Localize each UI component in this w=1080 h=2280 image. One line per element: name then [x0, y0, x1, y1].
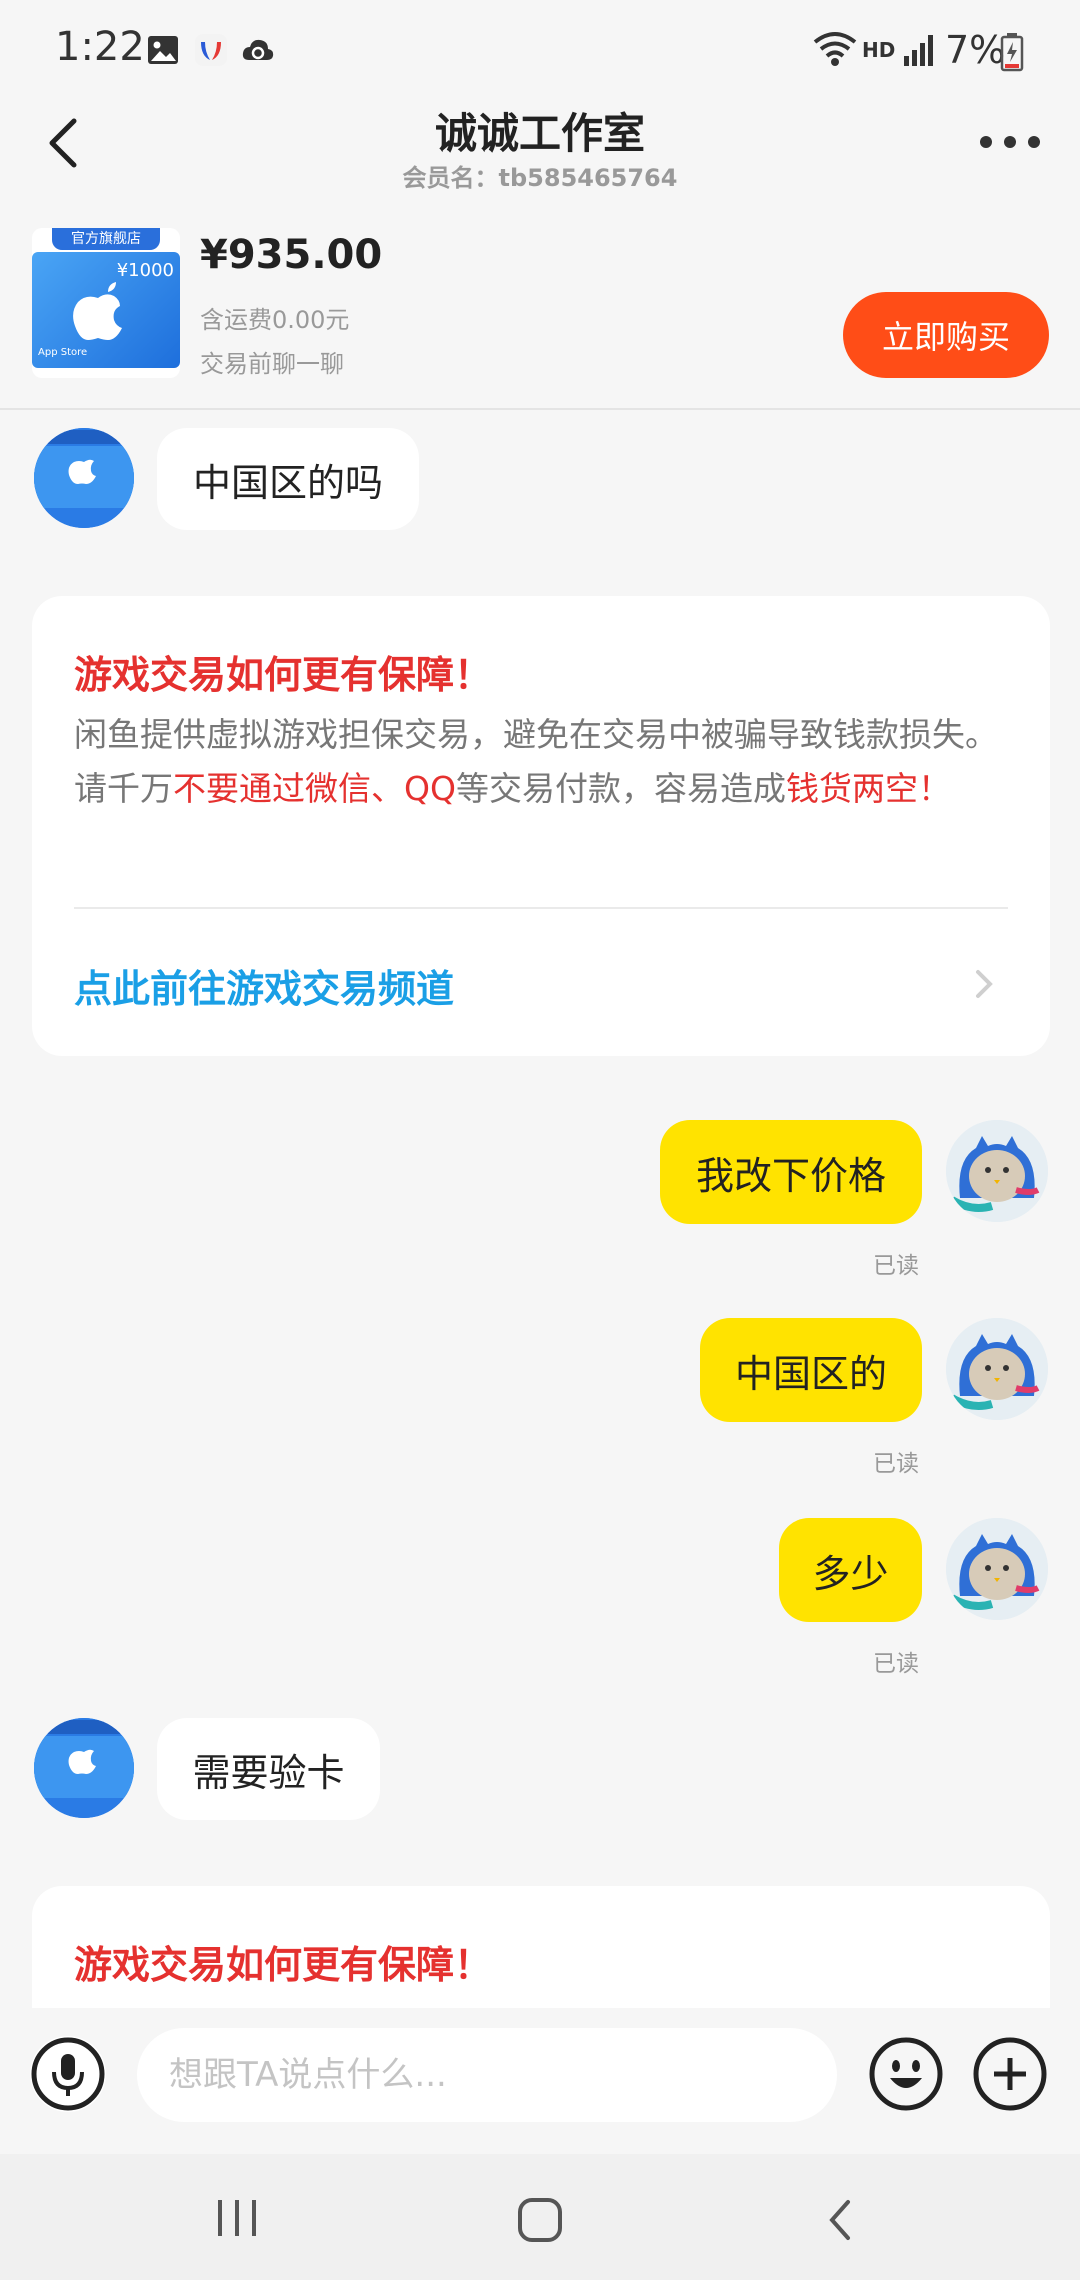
network-type: HD [862, 38, 896, 62]
shipping-info: 含运费0.00元 [200, 306, 350, 334]
product-thumbnail[interactable]: 官方旗舰店 ¥1000 App Store [32, 228, 180, 378]
user-avatar[interactable] [946, 1518, 1048, 1620]
chat-note: 交易前聊一聊 [200, 350, 344, 378]
cloud-sync-icon [242, 39, 274, 60]
message-bubble-self: 中国区的 [700, 1318, 922, 1422]
battery-percent: 7% [945, 28, 1006, 72]
divider [74, 907, 1008, 909]
user-avatar[interactable] [946, 1120, 1048, 1222]
emoji-button[interactable] [868, 2036, 944, 2112]
more-options-icon[interactable] [980, 132, 1040, 152]
buy-now-button[interactable]: 立即购买 [843, 292, 1049, 378]
plus-icon [973, 2037, 1047, 2111]
emoji-icon [869, 2037, 943, 2111]
notice-title: 游戏交易如何更有保障！ [74, 653, 493, 697]
message-bubble: 中国区的吗 [157, 428, 419, 530]
chevron-right-icon[interactable] [972, 966, 996, 1002]
voice-button[interactable] [30, 2036, 106, 2112]
page-title: 诚诚工作室 [434, 109, 645, 158]
message-bubble: 需要验卡 [157, 1718, 380, 1820]
battery-icon [1000, 33, 1024, 72]
message-bubble-self: 多少 [779, 1518, 922, 1622]
game-trade-link[interactable]: 点此前往游戏交易频道 [74, 958, 454, 1013]
notice-card: 游戏交易如何更有保障！ 闲鱼提供虚拟游戏担保交易，避免在交易中被骗导致钱款损失。… [32, 596, 1050, 1056]
message-input[interactable] [137, 2028, 837, 2122]
signal-icon [904, 35, 933, 66]
notice-title: 游戏交易如何更有保障！ [74, 1943, 493, 1987]
store-badge: 官方旗舰店 [52, 228, 160, 250]
notice-card: 游戏交易如何更有保障！ [32, 1886, 1050, 2008]
home-icon[interactable] [516, 2196, 564, 2244]
app-notification-icon [195, 34, 227, 66]
recent-apps-icon[interactable] [212, 2196, 262, 2240]
product-price: ¥935.00 [200, 232, 383, 278]
seller-avatar[interactable] [34, 1718, 134, 1818]
back-nav-icon[interactable] [822, 2196, 858, 2244]
card-value: ¥1000 [116, 260, 174, 281]
user-avatar[interactable] [946, 1318, 1048, 1420]
apple-logo-icon [73, 282, 122, 340]
notice-body: 闲鱼提供虚拟游戏担保交易，避免在交易中被骗导致钱款损失。请千万不要通过微信、QQ… [74, 715, 998, 808]
read-receipt: 已读 [873, 1253, 919, 1279]
add-button[interactable] [972, 2036, 1048, 2112]
member-name: 会员名：tb585465764 [402, 164, 678, 192]
status-time: 1:22 [55, 24, 145, 70]
wifi-icon [813, 32, 857, 66]
read-receipt: 已读 [873, 1651, 919, 1677]
read-receipt: 已读 [873, 1451, 919, 1477]
card-store: App Store [38, 347, 88, 358]
seller-avatar[interactable] [34, 428, 134, 528]
message-bubble-self: 我改下价格 [660, 1120, 922, 1224]
gallery-icon [148, 36, 178, 64]
microphone-icon [31, 2037, 105, 2111]
